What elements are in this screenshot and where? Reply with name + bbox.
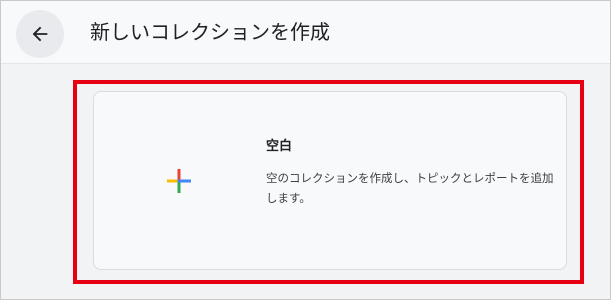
card-title: 空白 — [266, 139, 293, 154]
card-description: 空のコレクションを作成し、トピックとレポートを追加します。 — [266, 171, 554, 205]
back-button[interactable] — [16, 10, 64, 58]
blank-collection-card[interactable]: 空白 空のコレクションを作成し、トピックとレポートを追加します。 — [93, 91, 567, 270]
arrow-left-icon — [32, 26, 48, 42]
main-content: 空白 空のコレクションを作成し、トピックとレポートを追加します。 — [1, 64, 610, 299]
page-header: 新しいコレクションを作成 — [1, 1, 610, 64]
page-title: 新しいコレクションを作成 — [90, 20, 330, 44]
app-window: 新しいコレクションを作成 空白 空のコレクションを作成し、トピックとレポートを追… — [0, 0, 611, 300]
plus-icon — [167, 169, 191, 193]
